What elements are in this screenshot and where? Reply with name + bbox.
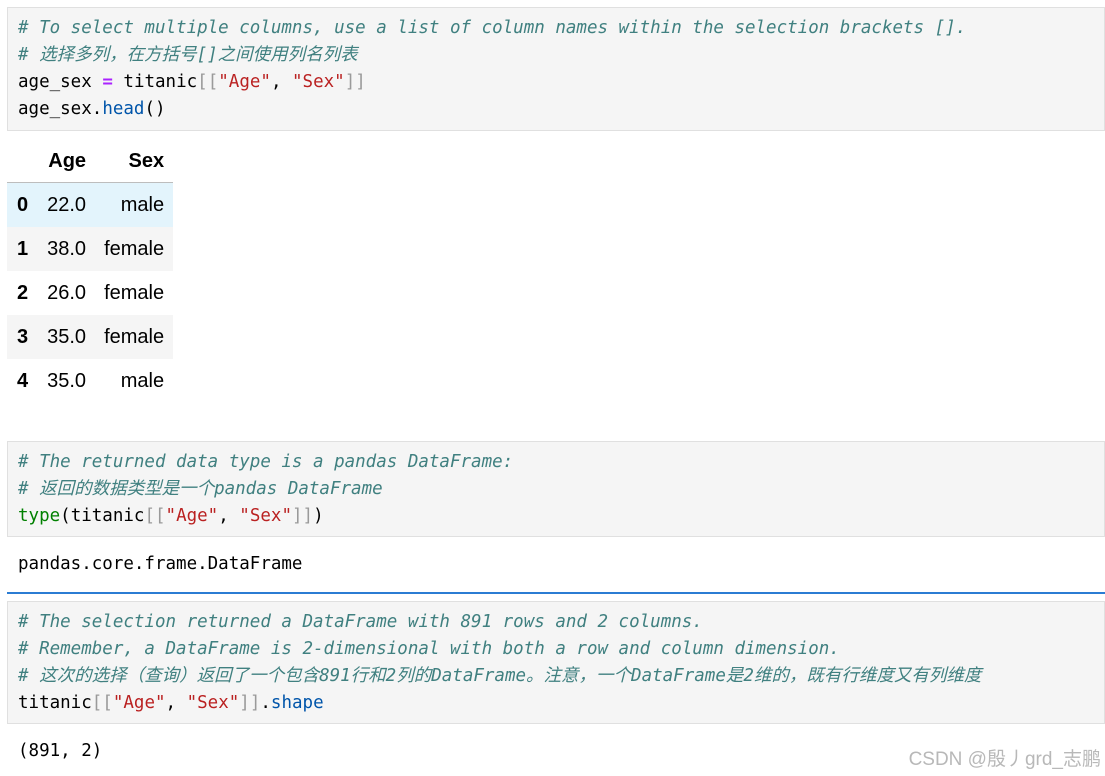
table-row: 2 26.0 female xyxy=(7,271,174,315)
string: "Sex" xyxy=(292,72,345,92)
table-row: 0 22.0 male xyxy=(7,182,174,227)
comma: , xyxy=(218,506,240,526)
dot: . xyxy=(260,693,271,713)
selected-cell-indicator xyxy=(7,592,1105,594)
code-line: type(titanic[["Age", "Sex"]]) xyxy=(18,503,324,530)
bracket: [[ xyxy=(144,506,166,526)
comma: , xyxy=(165,693,187,713)
bracket: [[ xyxy=(91,693,113,713)
dataframe-output: Age Sex 0 22.0 male 1 38.0 female 2 26.0… xyxy=(7,140,174,403)
builtin-function: type xyxy=(18,506,61,526)
table-row: 4 35.0 male xyxy=(7,359,174,403)
code-cell-1[interactable]: # To select multiple columns, use a list… xyxy=(7,7,1105,131)
comment-line: # 选择多列，在方括号[]之间使用列名列表 xyxy=(18,45,358,65)
table-row: 3 35.0 female xyxy=(7,315,174,359)
row-index: 4 xyxy=(17,369,29,392)
cell-sex: female xyxy=(104,281,165,304)
comment-line: # Remember, a DataFrame is 2-dimensional… xyxy=(18,639,840,659)
dot: . xyxy=(91,99,103,119)
object: titanic xyxy=(18,693,92,713)
comment-line: # The selection returned a DataFrame wit… xyxy=(18,612,703,632)
operator: = xyxy=(102,72,113,92)
string: "Sex" xyxy=(186,693,240,713)
code-line: age_sex.head() xyxy=(18,96,166,123)
string: "Sex" xyxy=(239,506,292,526)
comment-line: # 返回的数据类型是一个pandas DataFrame xyxy=(18,479,383,499)
row-index: 3 xyxy=(17,325,29,348)
variable: age_sex xyxy=(18,72,92,92)
row-index: 0 xyxy=(17,193,29,216)
cell-age: 35.0 xyxy=(47,369,87,392)
comma: , xyxy=(270,72,293,92)
comment-line: # The returned data type is a pandas Dat… xyxy=(18,452,514,472)
code-cell-3[interactable]: # The selection returned a DataFrame wit… xyxy=(7,601,1105,724)
method: head xyxy=(102,99,145,119)
cell-age: 26.0 xyxy=(47,281,87,304)
cell-sex: male xyxy=(120,193,165,216)
column-header: Age xyxy=(38,140,96,183)
string: "Age" xyxy=(112,693,166,713)
parens: () xyxy=(144,99,166,119)
cell-sex: male xyxy=(120,369,165,392)
cell-age: 38.0 xyxy=(47,237,87,260)
index-header xyxy=(7,140,39,183)
bracket: ]] xyxy=(291,506,314,526)
bracket: [[ xyxy=(197,72,219,92)
object: age_sex xyxy=(18,99,92,119)
row-index: 2 xyxy=(17,281,29,304)
cell-output: (891, 2) xyxy=(18,741,103,761)
object: titanic xyxy=(123,72,198,92)
attribute: shape xyxy=(270,693,324,713)
cell-age: 22.0 xyxy=(47,193,87,216)
cell-output: pandas.core.frame.DataFrame xyxy=(18,554,303,574)
string: "Age" xyxy=(165,506,219,526)
bracket: ]] xyxy=(344,72,366,92)
column-header: Sex xyxy=(95,140,174,183)
call-close: ) xyxy=(313,506,324,526)
table-row: 1 38.0 female xyxy=(7,227,174,271)
header-row: Age Sex xyxy=(7,140,174,183)
code-cell-2[interactable]: # The returned data type is a pandas Dat… xyxy=(7,441,1105,537)
row-index: 1 xyxy=(17,237,29,260)
cell-sex: female xyxy=(104,237,165,260)
code-line: age_sex = titanic[["Age", "Sex"]] xyxy=(18,69,366,96)
bracket: ]] xyxy=(239,693,261,713)
cell-age: 35.0 xyxy=(47,325,87,348)
comment-line: # To select multiple columns, use a list… xyxy=(18,18,967,38)
call-open: (titanic xyxy=(60,506,145,526)
string: "Age" xyxy=(218,72,271,92)
comment-line: # 这次的选择（查询）返回了一个包含891行和2列的DataFrame。注意，一… xyxy=(18,666,982,686)
code-line: titanic[["Age", "Sex"]].shape xyxy=(18,690,324,717)
watermark: CSDN @殷丿grd_志鹏 xyxy=(908,749,1101,770)
cell-sex: female xyxy=(104,325,165,348)
